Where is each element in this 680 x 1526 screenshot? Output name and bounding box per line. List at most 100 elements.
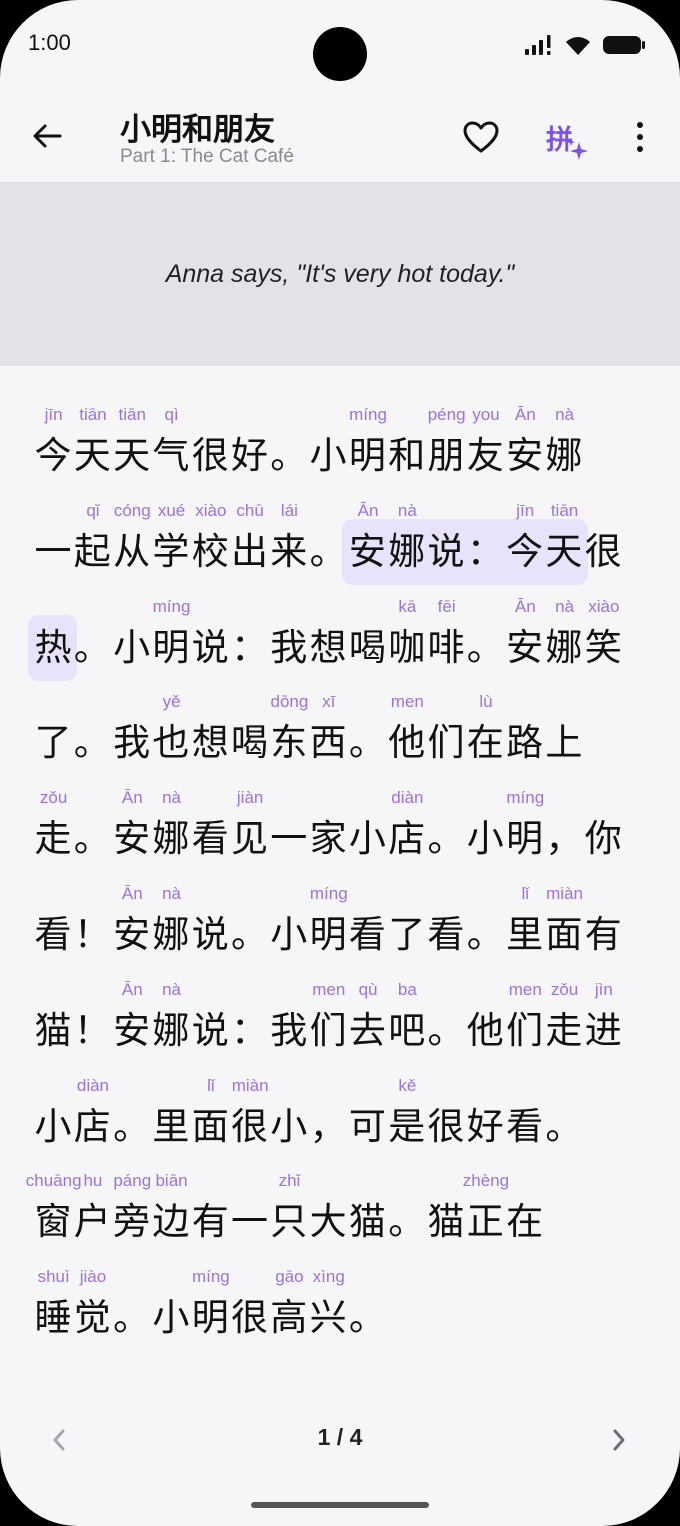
hanzi-character[interactable]: 气 [151,433,191,479]
hanzi-character[interactable]: 好 [230,433,270,479]
hanzi-character[interactable]: 面 [544,912,584,958]
hanzi-character[interactable]: 。 [426,816,466,862]
hanzi-character[interactable]: 家 [308,816,348,862]
hanzi-character[interactable]: 。 [72,625,112,671]
hanzi-character[interactable]: 走 [33,816,73,862]
hanzi-character[interactable]: 。 [387,1199,427,1245]
hanzi-character[interactable]: 。 [269,433,309,479]
hanzi-character[interactable]: 校 [190,529,230,575]
hanzi-character[interactable]: 安 [112,1008,152,1054]
hanzi-character[interactable]: 很 [583,529,623,575]
previous-page-button[interactable] [44,1422,74,1458]
hanzi-character[interactable]: 娜 [151,912,191,958]
hanzi-character[interactable]: 安 [112,912,152,958]
hanzi-character[interactable]: 我 [269,625,309,671]
hanzi-character[interactable]: 东 [269,720,309,766]
hanzi-character[interactable]: 想 [308,625,348,671]
hanzi-character[interactable]: 娜 [387,529,427,575]
hanzi-character[interactable]: 说 [190,625,230,671]
hanzi-character[interactable]: 你 [583,816,623,862]
hanzi-character[interactable]: 从 [112,529,152,575]
hanzi-character[interactable]: 觉 [72,1295,112,1341]
hanzi-character[interactable]: 。 [72,816,112,862]
hanzi-character[interactable]: 天 [544,529,584,575]
hanzi-character[interactable]: 小 [112,625,152,671]
hanzi-character[interactable]: 他 [465,1008,505,1054]
hanzi-character[interactable]: 小 [347,816,387,862]
hanzi-character[interactable]: 睡 [33,1295,73,1341]
hanzi-character[interactable]: 娜 [544,625,584,671]
hanzi-character[interactable]: 店 [387,816,427,862]
hanzi-character[interactable]: 小 [269,912,309,958]
hanzi-character[interactable]: 咖 [387,625,427,671]
back-button[interactable] [22,108,72,164]
hanzi-character[interactable]: 们 [505,1008,545,1054]
favorite-button[interactable] [458,114,504,160]
hanzi-character[interactable]: 天 [72,433,112,479]
hanzi-character[interactable]: 店 [72,1104,112,1150]
hanzi-character[interactable]: 看 [426,912,466,958]
hanzi-character[interactable]: 户 [72,1199,112,1245]
hanzi-character[interactable]: 安 [505,433,545,479]
hanzi-character[interactable]: 。 [112,1104,152,1150]
hanzi-character[interactable]: 看 [33,912,73,958]
hanzi-character[interactable]: 看 [347,912,387,958]
hanzi-character[interactable]: 。 [426,1008,466,1054]
hanzi-character[interactable]: 上 [544,720,584,766]
hanzi-character[interactable]: 兴 [308,1295,348,1341]
hanzi-character[interactable]: 他 [387,720,427,766]
hanzi-character[interactable]: 见 [230,816,270,862]
hanzi-character[interactable]: 。 [544,1104,584,1150]
hanzi-character[interactable]: 小 [465,816,505,862]
hanzi-character[interactable]: 可 [347,1104,387,1150]
hanzi-character[interactable]: 。 [112,1295,152,1341]
hanzi-character[interactable]: 是 [387,1104,427,1150]
hanzi-character[interactable]: 娜 [151,816,191,862]
hanzi-character[interactable]: 今 [33,433,73,479]
hanzi-character[interactable]: 旁 [112,1199,152,1245]
hanzi-character[interactable]: 猫 [347,1199,387,1245]
hanzi-character[interactable]: 在 [465,720,505,766]
hanzi-character[interactable]: 。 [347,720,387,766]
hanzi-character[interactable]: 走 [544,1008,584,1054]
hanzi-character[interactable]: ， [308,1104,348,1150]
hanzi-character[interactable]: 学 [151,529,191,575]
hanzi-character[interactable]: 边 [151,1199,191,1245]
hanzi-character[interactable]: 。 [465,625,505,671]
hanzi-character[interactable]: 很 [426,1104,466,1150]
hanzi-character[interactable]: ： [465,529,505,575]
hanzi-character[interactable]: 一 [230,1199,270,1245]
hanzi-character[interactable]: 想 [190,720,230,766]
hanzi-character[interactable]: 喝 [347,625,387,671]
hanzi-character[interactable]: 和 [387,433,427,479]
hanzi-character[interactable]: 我 [112,720,152,766]
hanzi-character[interactable]: 说 [426,529,466,575]
hanzi-character[interactable]: 。 [72,720,112,766]
hanzi-character[interactable]: 友 [465,433,505,479]
hanzi-character[interactable]: 有 [190,1199,230,1245]
more-options-button[interactable] [626,114,654,160]
hanzi-character[interactable]: 明 [347,433,387,479]
hanzi-character[interactable]: 们 [426,720,466,766]
hanzi-character[interactable]: 明 [151,625,191,671]
hanzi-character[interactable]: 朋 [426,433,466,479]
hanzi-character[interactable]: 高 [269,1295,309,1341]
hanzi-character[interactable]: 在 [505,1199,545,1245]
hanzi-character[interactable]: 。 [230,912,270,958]
hanzi-character[interactable]: 去 [347,1008,387,1054]
hanzi-character[interactable]: 出 [230,529,270,575]
hanzi-character[interactable]: 啡 [426,625,466,671]
hanzi-character[interactable]: 好 [465,1104,505,1150]
hanzi-character[interactable]: 里 [505,912,545,958]
hanzi-character[interactable]: 西 [308,720,348,766]
hanzi-character[interactable]: 很 [230,1295,270,1341]
hanzi-character[interactable]: 小 [33,1104,73,1150]
hanzi-character[interactable]: 说 [190,912,230,958]
hanzi-character[interactable]: 进 [583,1008,623,1054]
hanzi-character[interactable]: 们 [308,1008,348,1054]
hanzi-character[interactable]: 正 [465,1199,505,1245]
hanzi-character[interactable]: 了 [33,720,73,766]
hanzi-character[interactable]: 。 [465,912,505,958]
hanzi-character[interactable]: ， [544,816,584,862]
hanzi-character[interactable]: 天 [112,433,152,479]
